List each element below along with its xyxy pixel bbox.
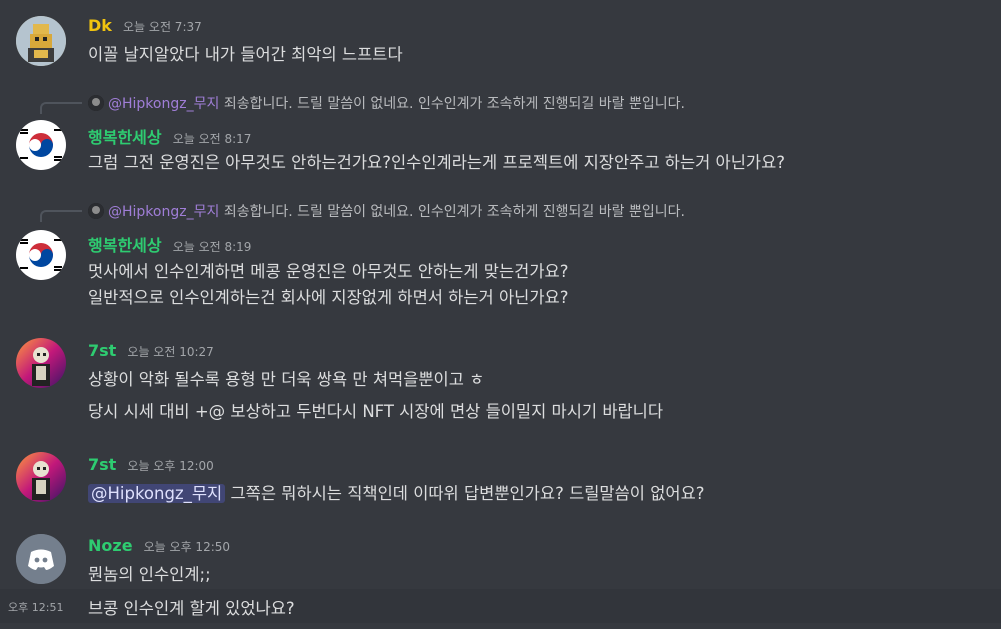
reply-avatar-icon	[88, 203, 104, 219]
avatar[interactable]	[16, 16, 66, 66]
username[interactable]: Dk	[88, 16, 112, 35]
reply-text: 죄송합니다. 드릴 말씀이 없네요. 인수인계가 조속하게 진행되길 바랄 뿐입…	[223, 204, 685, 220]
skeleton-neon-icon	[16, 338, 66, 388]
timestamp: 오늘 오전 8:17	[172, 132, 252, 146]
username[interactable]: Noze	[88, 536, 133, 555]
message-text: 뭔놈의 인수인계;;	[88, 565, 211, 584]
user-mention[interactable]: @Hipkongz_무지	[88, 484, 226, 503]
reply-text: 죄송합니다. 드릴 말씀이 없네요. 인수인계가 조속하게 진행되길 바랄 뿐입…	[223, 96, 685, 112]
hover-timestamp: 오후 12:51	[8, 601, 64, 614]
avatar[interactable]	[16, 230, 66, 280]
message-text: 멋사에서 인수인계하면 메콩 운영진은 아무것도 안하는게 맞는건가요?	[88, 262, 569, 281]
message-text: 그럼 그전 운영진은 아무것도 안하는건가요?인수인계라는게 프로젝트에 지장안…	[88, 153, 786, 172]
avatar[interactable]	[16, 452, 66, 502]
username[interactable]: 행복한세상	[88, 128, 162, 147]
timestamp: 오늘 오후 12:50	[143, 540, 231, 554]
reply-preview[interactable]: @Hipkongz_무지 죄송합니다. 드릴 말씀이 없네요. 인수인계가 조속…	[88, 93, 685, 113]
avatar[interactable]	[16, 120, 66, 170]
message-text: 당시 시세 대비 +@ 보상하고 두번다시 NFT 시장에 면상 들이밀지 마시…	[88, 402, 664, 421]
reply-avatar-icon	[88, 95, 104, 111]
message-text: @Hipkongz_무지 그쪽은 뭐하시는 직책인데 이따위 답변뿐인가요? 드…	[88, 480, 705, 504]
message-text-body: 그쪽은 뭐하시는 직책인데 이따위 답변뿐인가요? 드릴말씀이 없어요?	[230, 484, 705, 503]
reply-spine	[40, 102, 82, 114]
korean-flag-icon	[16, 230, 66, 280]
reply-username[interactable]: @Hipkongz_무지	[108, 204, 219, 220]
message-text: 이꼴 날지알았다 내가 들어간 최악의 느프트다	[88, 45, 403, 64]
korean-flag-icon	[16, 120, 66, 170]
timestamp: 오늘 오전 10:27	[127, 345, 214, 359]
message-text: 브콩 인수인계 할게 있었나요?	[88, 599, 295, 618]
timestamp: 오늘 오전 7:37	[123, 20, 202, 34]
message-text: 일반적으로 인수인계하는건 회사에 지장없게 하면서 하는거 아닌가요?	[88, 288, 569, 307]
timestamp: 오늘 오후 12:00	[127, 459, 214, 473]
golden-character-avatar-icon	[16, 16, 66, 66]
timestamp: 오늘 오전 8:19	[172, 240, 252, 254]
message-followup[interactable]: 오후 12:51 브콩 인수인계 할게 있었나요?	[0, 589, 1001, 623]
username[interactable]: 행복한세상	[88, 236, 162, 255]
username[interactable]: 7st	[88, 455, 116, 474]
reply-spine	[40, 210, 82, 222]
reply-username[interactable]: @Hipkongz_무지	[108, 96, 219, 112]
avatar[interactable]	[16, 338, 66, 388]
message-text: 상황이 악화 될수록 용형 만 더욱 쌍욕 만 쳐먹을뿐이고 ㅎ	[88, 370, 485, 389]
discord-logo-icon	[16, 534, 66, 584]
avatar[interactable]	[16, 534, 66, 584]
username[interactable]: 7st	[88, 341, 116, 360]
skeleton-neon-icon	[16, 452, 66, 502]
reply-preview[interactable]: @Hipkongz_무지 죄송합니다. 드릴 말씀이 없네요. 인수인계가 조속…	[88, 201, 685, 221]
